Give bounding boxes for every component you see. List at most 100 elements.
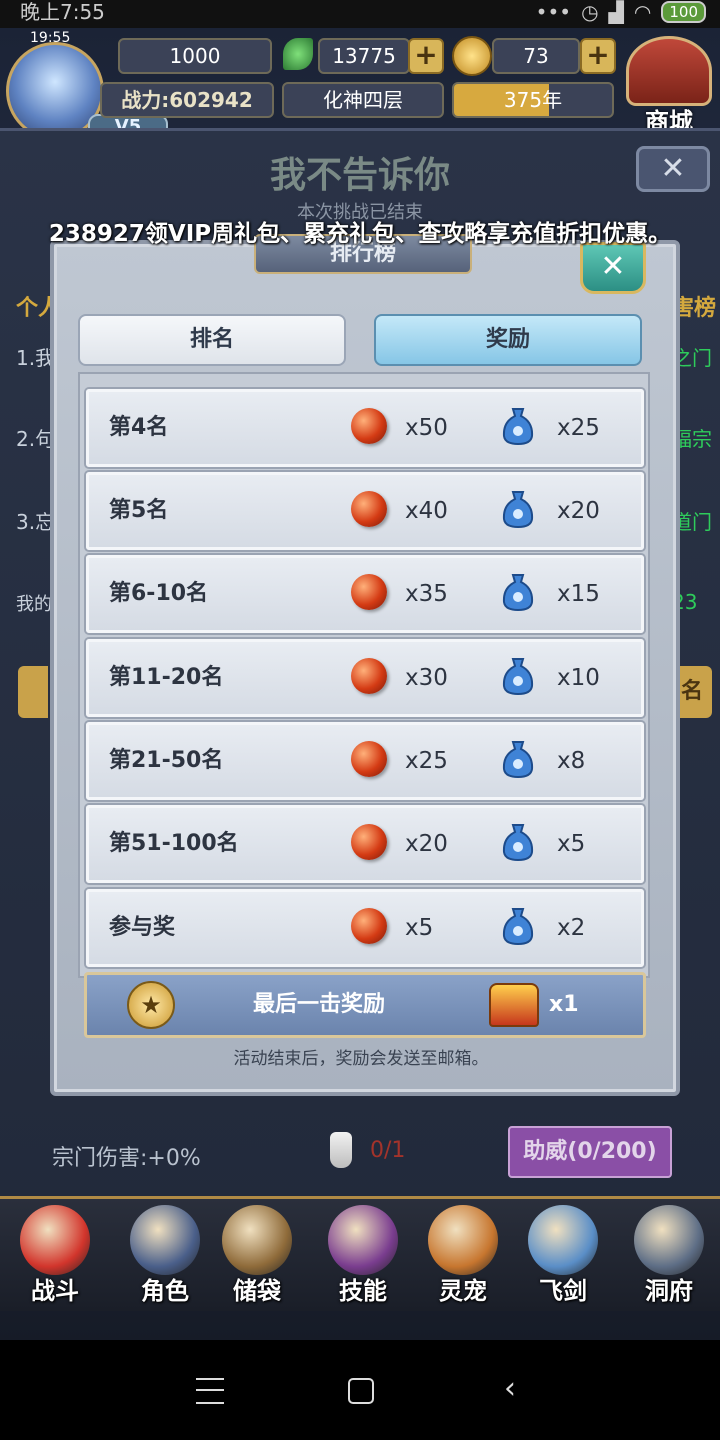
reward-row: 第51-100名 x20 x5 — [86, 805, 644, 883]
flask-icon — [330, 1132, 352, 1168]
item-bag-icon — [502, 574, 534, 612]
menu-icon[interactable] — [196, 1378, 224, 1404]
background-close-button[interactable]: ✕ — [636, 146, 710, 192]
tab-ranking[interactable]: 排名 — [78, 314, 346, 366]
modal-note: 活动结束后，奖励会发送至邮箱。 — [233, 1049, 489, 1069]
bag-qty: x8 — [557, 748, 586, 774]
nav-skills[interactable]: 技能 — [316, 1205, 410, 1305]
nav-battle-icon — [20, 1205, 90, 1275]
bag-qty: x10 — [557, 665, 600, 691]
item-bag-icon — [502, 741, 534, 779]
nav-flying-sword[interactable]: 飞剑 — [516, 1205, 610, 1305]
system-nav-bar: ‹ — [0, 1340, 720, 1440]
wifi-icon: ◠ — [633, 0, 652, 24]
orb-qty: x20 — [405, 831, 448, 857]
nav-flying-sword-icon — [528, 1205, 598, 1275]
treasure-chest-icon — [489, 983, 539, 1027]
bg-row-left-4: 我的 — [16, 594, 52, 615]
bag-qty: x5 — [557, 831, 586, 857]
nav-storage-icon — [222, 1205, 292, 1275]
battery-indicator: 100 — [661, 1, 706, 23]
realm-bar: 化神四层 — [282, 82, 444, 118]
background-title: 我不告诉你 — [269, 155, 450, 196]
cheer-button[interactable]: 助威(0/200) — [508, 1126, 672, 1178]
fire-orb-icon — [351, 741, 387, 777]
bag-qty: x20 — [557, 498, 600, 524]
flask-count: 0/1 — [370, 1138, 406, 1163]
orb-qty: x5 — [405, 915, 434, 941]
bag-qty: x25 — [557, 415, 600, 441]
reward-row: 第4名 x50 x25 — [86, 389, 644, 467]
nav-pet[interactable]: 灵宠 — [416, 1205, 510, 1305]
nav-storage[interactable]: 储袋 — [210, 1205, 304, 1305]
item-bag-icon — [502, 824, 534, 862]
item-bag-icon — [502, 491, 534, 529]
tab-reward[interactable]: 奖励 — [374, 314, 642, 366]
rank-label: 第11-20名 — [109, 665, 224, 690]
nav-label: 洞府 — [645, 1277, 693, 1305]
orb-qty: x25 — [405, 748, 448, 774]
marquee-banner: 238927领VIP周礼包、累充礼包、查攻略享充值折扣优惠。 — [48, 221, 672, 247]
signal-icon: ▟ — [608, 0, 624, 24]
fire-orb-icon — [351, 824, 387, 860]
orb-qty: x35 — [405, 581, 448, 607]
resource-counter: 1000 — [118, 38, 272, 74]
close-icon: ✕ — [600, 249, 626, 284]
reward-row: 第6-10名 x35 x15 — [86, 555, 644, 633]
coin-counter: 73 — [492, 38, 580, 74]
rank-label: 参与奖 — [109, 915, 176, 940]
item-bag-icon — [502, 908, 534, 946]
rank-label: 第6-10名 — [109, 581, 209, 606]
home-icon[interactable] — [348, 1378, 374, 1404]
fire-orb-icon — [351, 574, 387, 610]
fire-orb-icon — [351, 491, 387, 527]
battle-power: 战力:602942 — [100, 82, 274, 118]
coin-icon — [452, 36, 492, 76]
nav-label: 技能 — [339, 1277, 387, 1305]
reward-row: 第5名 x40 x20 — [86, 472, 644, 550]
back-icon[interactable]: ‹ — [504, 1374, 516, 1404]
alarm-icon: ◷ — [581, 0, 599, 24]
reward-row: 第21-50名 x25 x8 — [86, 722, 644, 800]
rank-label: 第4名 — [109, 415, 169, 440]
nav-skills-icon — [328, 1205, 398, 1275]
item-bag-icon — [502, 408, 534, 446]
nav-label: 储袋 — [233, 1277, 281, 1305]
nav-battle[interactable]: 战斗 — [8, 1205, 102, 1305]
orb-qty: x30 — [405, 665, 448, 691]
hud-clock: 19:55 — [30, 30, 71, 46]
nav-character[interactable]: 角色 — [118, 1205, 212, 1305]
nav-pet-icon — [428, 1205, 498, 1275]
last-hit-label: 最后一击奖励 — [253, 992, 386, 1017]
nav-label: 飞剑 — [539, 1277, 587, 1305]
fire-orb-icon — [351, 408, 387, 444]
bag-qty: x15 — [557, 581, 600, 607]
more-icon: ••• — [535, 0, 572, 24]
years-bar: 375年 — [452, 82, 614, 118]
nav-cave-icon — [634, 1205, 704, 1275]
shop-button[interactable]: 商城 — [624, 36, 714, 136]
modal-close-button[interactable]: ✕ — [580, 242, 646, 294]
shop-icon — [626, 36, 712, 106]
bag-qty: x2 — [557, 915, 586, 941]
last-hit-reward: ★ 最后一击奖励 x1 — [84, 972, 646, 1038]
medal-icon: ★ — [127, 981, 175, 1029]
reward-row: 第11-20名 x30 x10 — [86, 639, 644, 717]
nav-label: 灵宠 — [439, 1277, 487, 1305]
rank-label: 第51-100名 — [109, 831, 239, 856]
nav-cave[interactable]: 洞府 — [622, 1205, 716, 1305]
add-coin-button[interactable]: + — [580, 38, 616, 74]
orb-qty: x50 — [405, 415, 448, 441]
last-hit-qty: x1 — [549, 992, 579, 1017]
nav-character-icon — [130, 1205, 200, 1275]
rank-label: 第21-50名 — [109, 748, 224, 773]
ranking-modal: 排行榜 ✕ 排名 奖励 ★ 最后一击奖励 x1 活动结束后，奖励会发送至邮箱。 … — [50, 234, 680, 1096]
reward-row: 参与奖 x5 x2 — [86, 889, 644, 967]
rank-label: 第5名 — [109, 498, 169, 523]
nav-label: 战斗 — [31, 1277, 79, 1305]
jade-counter: 13775 — [318, 38, 410, 74]
add-jade-button[interactable]: + — [408, 38, 444, 74]
nav-label: 角色 — [141, 1277, 189, 1305]
bg-left-button — [18, 666, 48, 718]
fire-orb-icon — [351, 908, 387, 944]
